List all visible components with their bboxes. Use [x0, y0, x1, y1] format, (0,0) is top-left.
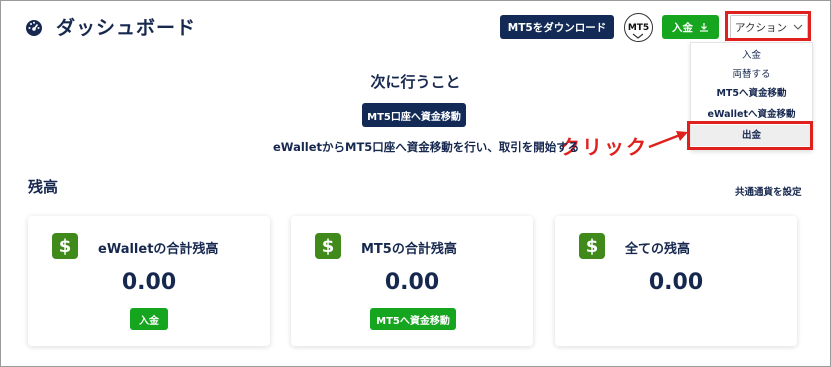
dollar-icon: $ [315, 233, 341, 259]
card-label: eWalletの合計残高 [98, 242, 219, 257]
next-steps-title: 次に行うこと [370, 73, 461, 91]
mt5-download-button[interactable]: MT5をダウンロード [500, 15, 614, 39]
next-steps-hint: eWalletからMT5口座へ資金移動を行い、取引を開始する [273, 140, 580, 154]
balance-section-title: 残高 [28, 178, 59, 196]
card-value: 0.00 [121, 270, 177, 295]
ewallet-balance-card: $ eWalletの合計残高 0.00 入金 [28, 216, 270, 346]
card-label: 全ての残高 [625, 242, 691, 257]
dollar-icon: $ [579, 233, 605, 259]
transfer-to-mt5-button[interactable]: MT5口座へ資金移動 [362, 103, 466, 127]
page-title: ダッシュボード [56, 17, 197, 39]
speedometer-icon [26, 20, 42, 36]
deposit-button[interactable]: 入金 [662, 15, 719, 39]
card-value: 0.00 [648, 270, 704, 295]
mt5-balance-card: $ MT5の合計残高 0.00 MT5へ資金移動 [291, 216, 533, 346]
deposit-button-label: 入金 [672, 21, 693, 34]
dollar-icon: $ [52, 233, 78, 259]
chevron-down-icon [632, 33, 644, 39]
withdraw-highlight-box [687, 121, 813, 150]
set-common-currency-link[interactable]: 共通通貨を設定 [735, 184, 802, 198]
card-deposit-button[interactable]: 入金 [130, 308, 168, 330]
menu-item-deposit[interactable]: 入金 [691, 46, 812, 65]
arrow-icon [648, 131, 688, 149]
download-icon [700, 23, 708, 32]
card-label: MT5の合計残高 [361, 242, 457, 257]
action-highlight-box [725, 11, 811, 41]
card-value: 0.00 [384, 270, 440, 295]
total-balance-card: $ 全ての残高 0.00 [555, 216, 797, 346]
card-transfer-mt5-button[interactable]: MT5へ資金移動 [370, 308, 456, 330]
